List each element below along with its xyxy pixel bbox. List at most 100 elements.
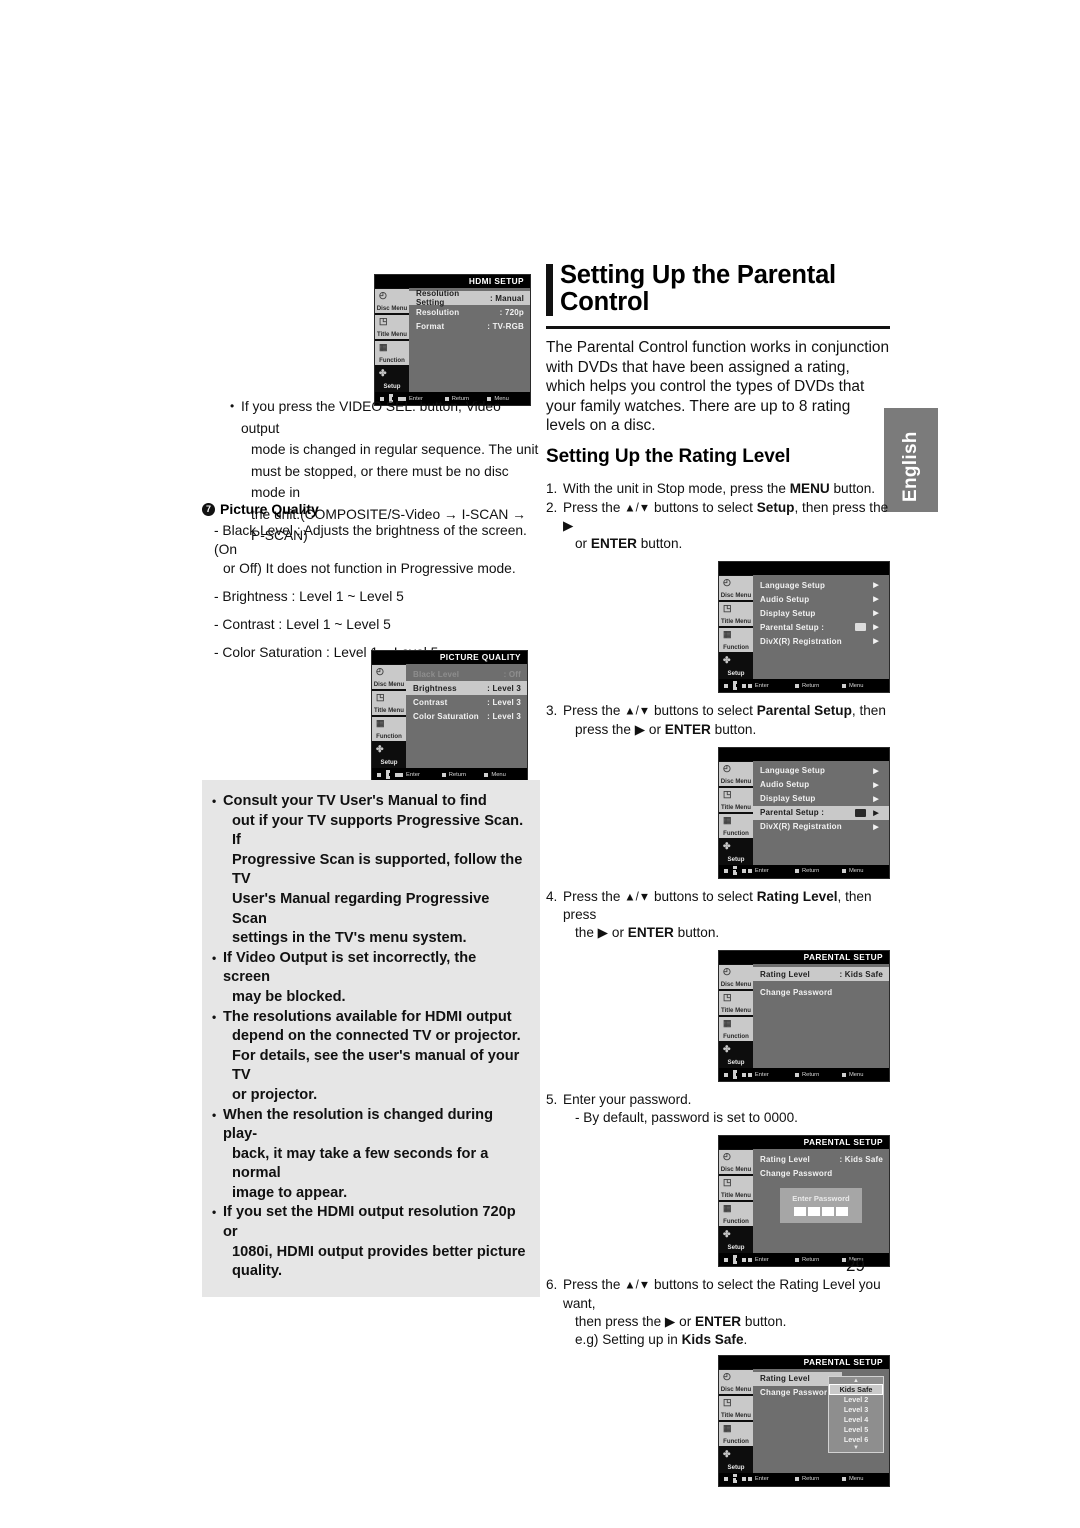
square-icon <box>794 1257 799 1262</box>
caution-note-box: • Consult your TV User's Manual to find … <box>202 780 540 1297</box>
osd-row[interactable]: Change Password <box>753 1166 889 1180</box>
picture-quality-section: 7 Picture Quality - Black Level : Adjust… <box>202 490 540 662</box>
osd-row[interactable]: Parental Setup : ▶ <box>753 620 889 634</box>
osd-sidebar-function[interactable]: ▦ Function <box>719 1421 753 1446</box>
function-icon: ▦ <box>723 814 732 825</box>
osd-sidebar-setup[interactable]: ✤ Setup <box>719 1447 753 1472</box>
osd-footer-menu: Menu <box>484 772 527 778</box>
osd-sidebar-function[interactable]: ▦ Function <box>719 1017 753 1042</box>
osd-sidebar-setup[interactable]: ✤ Setup <box>719 1043 753 1068</box>
square-icon <box>794 869 799 874</box>
osd-row[interactable]: Language Setup ▶ <box>753 578 889 592</box>
scroll-down-icon[interactable]: ▼ <box>829 1445 883 1451</box>
dropdown-option[interactable]: Level 6 <box>829 1435 883 1445</box>
dropdown-option[interactable]: Level 3 <box>829 1405 883 1415</box>
password-cells[interactable] <box>780 1207 862 1217</box>
osd-footer-menu: Menu <box>841 683 889 689</box>
osd-sidebar-disc-menu[interactable]: ◴ Disc Menu <box>719 1369 753 1394</box>
step-1: 1. With the unit in Stop mode, press the… <box>546 480 876 496</box>
osd-sidebar-title-menu[interactable]: ◳ Title Menu <box>719 1176 753 1201</box>
osd-sidebar-disc-menu[interactable]: ◴ Disc Menu <box>719 1150 753 1175</box>
osd-row[interactable]: Rating Level: Kids Safe <box>753 1152 889 1166</box>
password-cell[interactable] <box>822 1207 834 1217</box>
osd-sidebar-setup[interactable]: ✤ Setup <box>719 839 753 864</box>
osd-row[interactable]: Rating Level: Kids Safe <box>753 967 889 982</box>
osd-row[interactable]: Resolution Setting: Manual <box>409 289 530 307</box>
title-accent-bar <box>546 264 553 316</box>
osd-row[interactable]: Parental Setup : ▶ <box>753 805 889 820</box>
osd-row[interactable]: Contrast: Level 3 <box>406 695 527 709</box>
side-tab-label: English <box>900 431 921 502</box>
osd-sidebar-title-menu[interactable]: ◳ Title Menu <box>719 602 753 627</box>
osd-sidebar-function[interactable]: ▦ Function <box>719 813 753 838</box>
bullet-dot: • <box>212 1107 217 1122</box>
password-cell[interactable] <box>808 1207 820 1217</box>
bullet-dot: • <box>212 950 217 965</box>
osd-row[interactable]: Display Setup ▶ <box>753 792 889 806</box>
osd-sidebar-title-menu[interactable]: ◳ Title Menu <box>372 691 406 715</box>
osd-sidebar: ◴ Disc Menu ◳ Title Menu ▦ Function ✤ Setup <box>719 1368 753 1473</box>
osd-sidebar-function[interactable]: ▦ Function <box>372 717 406 741</box>
dropdown-option[interactable]: Level 5 <box>829 1425 883 1435</box>
osd-sidebar-disc-menu[interactable]: ◴ Disc Menu <box>719 761 753 786</box>
osd-row[interactable]: Audio Setup ▶ <box>753 592 889 606</box>
osd-row[interactable]: Language Setup ▶ <box>753 764 889 778</box>
password-cell[interactable] <box>794 1207 806 1217</box>
disc-menu-icon: ◴ <box>723 1151 731 1162</box>
dropdown-option[interactable]: Level 4 <box>829 1415 883 1425</box>
osd-row[interactable]: Display Setup ▶ <box>753 606 889 620</box>
function-icon: ▦ <box>723 629 732 640</box>
dropdown-option[interactable]: Level 2 <box>829 1395 883 1405</box>
osd-footer-enter: Enter <box>399 772 442 778</box>
osd-title: HDMI SETUP <box>375 275 530 288</box>
circled-number-icon: 7 <box>202 502 215 516</box>
osd-row[interactable]: DivX(R) Registration ▶ <box>753 634 889 648</box>
osd-sidebar-setup[interactable]: ✤ Setup <box>719 1228 753 1253</box>
osd-sidebar-disc-menu[interactable]: ◴ Disc Menu <box>719 965 753 990</box>
osd-row[interactable]: Format: TV-RGB <box>409 319 530 333</box>
disc-menu-icon: ◴ <box>723 577 731 588</box>
osd-sidebar-title-menu[interactable]: ◳ Title Menu <box>719 787 753 812</box>
osd-row[interactable]: Color Saturation: Level 3 <box>406 709 527 723</box>
rating-level-dropdown[interactable]: ▲ Kids Safe Level 2 Level 3 Level 4 Leve… <box>828 1375 884 1453</box>
password-cell[interactable] <box>836 1207 848 1217</box>
function-icon: ▦ <box>723 1203 732 1214</box>
osd-sidebar-title-menu[interactable]: ◳ Title Menu <box>719 1395 753 1420</box>
osd-sidebar-title-menu[interactable]: ◳ Title Menu <box>375 315 409 339</box>
osd-sidebar-setup[interactable]: ✤ Setup <box>375 367 409 391</box>
osd-sidebar-function[interactable]: ▦ Function <box>375 341 409 365</box>
osd-sidebar-function[interactable]: ▦ Function <box>719 1202 753 1227</box>
chevron-right-icon: ▶ <box>873 795 879 803</box>
osd-main: Language Setup ▶ Audio Setup ▶ Display Set… <box>753 575 889 680</box>
picture-quality-heading-label: Picture Quality <box>220 501 319 517</box>
osd-hdmi-setup: HDMI SETUP ◴ Disc Menu ◳ Title Menu ▦ Funct… <box>374 274 531 406</box>
osd-sidebar-setup[interactable]: ✤ Setup <box>719 654 753 679</box>
osd-sidebar-title-menu[interactable]: ◳ Title Menu <box>719 991 753 1016</box>
osd-row[interactable]: Resolution: 720p <box>409 305 530 319</box>
osd-sidebar-disc-menu[interactable]: ◴ Disc Menu <box>719 576 753 601</box>
osd-row[interactable]: Change Password <box>753 985 889 999</box>
dropdown-option[interactable]: Kids Safe <box>829 1383 883 1395</box>
note-bullet: • The resolutions available for HDMI out… <box>212 1008 526 1106</box>
up-down-arrows-icon: ▲/▼ <box>624 705 651 718</box>
osd-sidebar-setup[interactable]: ✤ Setup <box>372 743 406 767</box>
osd-row[interactable]: Audio Setup ▶ <box>753 778 889 792</box>
osd-sidebar-function[interactable]: ▦ Function <box>719 628 753 653</box>
osd-sidebar-disc-menu[interactable]: ◴ Disc Menu <box>375 289 409 313</box>
pq-item: - Brightness : Level 1 ~ Level 5 <box>214 589 404 604</box>
title-menu-icon: ◳ <box>723 992 732 1003</box>
osd-row[interactable]: Black Level: Off <box>406 667 527 681</box>
pq-item: - Contrast : Level 1 ~ Level 5 <box>214 617 391 632</box>
language-side-tab: English <box>884 408 938 512</box>
osd-row[interactable]: DivX(R) Registration ▶ <box>753 820 889 834</box>
chevron-right-icon: ▶ <box>873 823 879 831</box>
osd-rating-dropdown: PARENTAL SETUP ◴ Disc Menu ◳ Title Menu ▦ F… <box>718 1354 890 1487</box>
square-icon <box>747 683 752 688</box>
osd-title: PARENTAL SETUP <box>719 951 889 965</box>
title-menu-icon: ◳ <box>723 788 732 799</box>
gear-icon: ✤ <box>723 840 731 851</box>
osd-footer: Enter Return Menu <box>719 1068 889 1082</box>
osd-sidebar-disc-menu[interactable]: ◴ Disc Menu <box>372 665 406 689</box>
disc-menu-icon: ◴ <box>723 762 731 773</box>
osd-row[interactable]: Brightness: Level 3 <box>406 681 527 695</box>
